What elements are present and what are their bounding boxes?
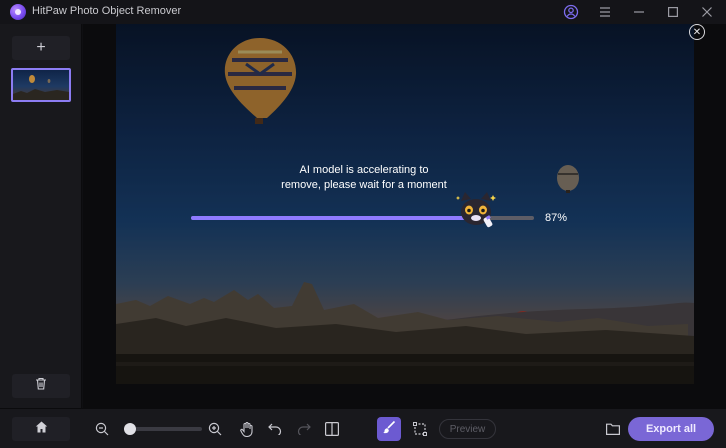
undo-icon[interactable] [265, 419, 285, 439]
progress-percent: 87% [545, 212, 568, 224]
home-icon [35, 420, 48, 438]
close-icon: ✕ [692, 26, 702, 38]
close-window-icon[interactable] [698, 3, 716, 21]
zoom-slider[interactable] [124, 423, 202, 435]
bottom-toolbar: Preview Export all [0, 408, 726, 448]
account-icon[interactable] [562, 3, 580, 21]
trash-icon [35, 377, 47, 395]
cat-mascot-icon [455, 191, 497, 229]
app-title: HitPaw Photo Object Remover [32, 5, 182, 17]
delete-button[interactable] [12, 374, 70, 398]
folder-icon[interactable] [603, 419, 623, 439]
zoom-slider-knob[interactable] [124, 423, 136, 435]
maximize-icon[interactable] [664, 3, 682, 21]
brush-tool-button[interactable] [377, 417, 401, 441]
redo-icon[interactable] [294, 419, 314, 439]
rect-select-icon[interactable] [410, 419, 430, 439]
progress-overlay-dim [116, 24, 694, 384]
photo-canvas[interactable] [116, 24, 694, 384]
menu-icon[interactable] [596, 3, 614, 21]
zoom-in-icon[interactable] [205, 419, 225, 439]
export-all-button[interactable]: Export all [628, 417, 714, 441]
hand-pan-icon[interactable] [237, 419, 257, 439]
home-button[interactable] [12, 417, 70, 441]
add-image-button[interactable]: + [12, 36, 70, 60]
progress-message: AI model is accelerating to remove, plea… [254, 163, 474, 193]
minimize-icon[interactable] [630, 3, 648, 21]
progress-message-line1: AI model is accelerating to [299, 164, 429, 176]
compare-split-icon[interactable] [322, 419, 342, 439]
progress-bar-fill [191, 216, 490, 220]
app-logo-icon [10, 4, 26, 20]
preview-button[interactable]: Preview [439, 419, 496, 439]
progress-message-line2: remove, please wait for a moment [281, 179, 447, 191]
close-overlay-button[interactable]: ✕ [689, 24, 705, 40]
title-bar: HitPaw Photo Object Remover [0, 0, 726, 24]
zoom-out-icon[interactable] [92, 419, 112, 439]
image-thumbnail[interactable] [11, 68, 71, 102]
sidebar: + [0, 24, 82, 408]
brush-icon [382, 420, 396, 439]
